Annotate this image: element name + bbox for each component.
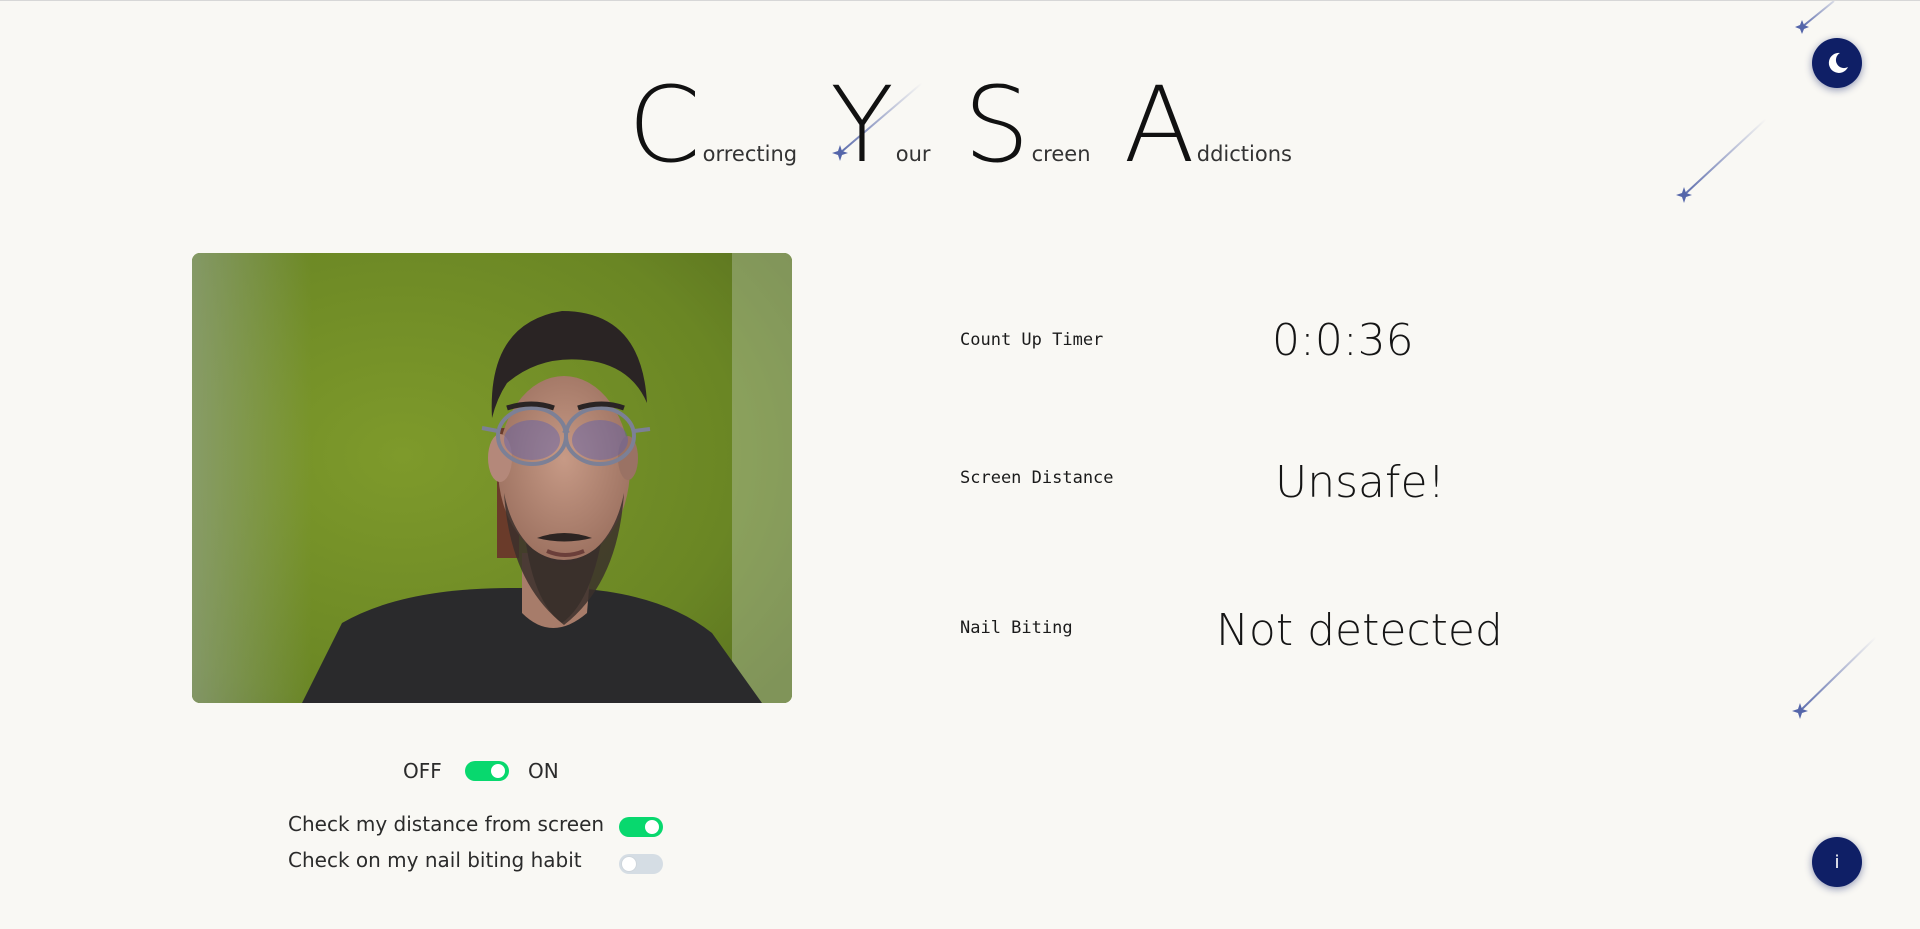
screen-distance-value: Unsafe! (1275, 457, 1446, 508)
nail-biting-label: Nail Biting (960, 618, 1073, 638)
toggle-knob (490, 763, 506, 779)
shooting-star-4 (1792, 636, 1877, 719)
info-icon: i (1834, 851, 1840, 873)
moon-icon (1828, 52, 1848, 73)
title-word-rest: our (895, 142, 931, 166)
title-initial: C (628, 64, 701, 186)
title-word-rest: orrecting (702, 142, 798, 166)
title-initial: A (1123, 64, 1195, 186)
nail-check-toggle[interactable] (619, 854, 663, 874)
timer-value: 0:0:36 (1272, 315, 1414, 366)
title-word-3: Screen (964, 73, 1091, 177)
info-button[interactable]: i (1812, 837, 1862, 887)
title-initial: Y (830, 64, 894, 186)
app-title: Correcting Your Screen Addictions (0, 73, 1920, 177)
toggle-knob (644, 819, 660, 835)
theme-toggle-button[interactable] (1812, 38, 1862, 88)
toggle-knob (621, 856, 637, 872)
webcam-feed (192, 253, 792, 703)
title-word-4: Addictions (1124, 73, 1292, 177)
title-word-1: Correcting (628, 73, 797, 177)
timer-label: Count Up Timer (960, 330, 1104, 350)
master-on-label: ON (528, 759, 559, 783)
master-off-label: OFF (403, 759, 442, 783)
title-initial: S (963, 64, 1030, 186)
distance-check-toggle[interactable] (619, 817, 663, 837)
nail-biting-value: Not detected (1216, 605, 1503, 656)
screen-distance-label: Screen Distance (960, 468, 1114, 488)
shooting-star-3 (1795, 1, 1835, 34)
page: Correcting Your Screen Addictions Count … (0, 0, 1920, 929)
title-word-rest: ddictions (1196, 142, 1292, 166)
title-word-2: Your (830, 73, 930, 177)
distance-check-label: Check my distance from screen (288, 812, 605, 836)
master-toggle[interactable] (465, 761, 509, 781)
nail-check-label: Check on my nail biting habit (288, 848, 582, 872)
title-word-rest: creen (1031, 142, 1091, 166)
